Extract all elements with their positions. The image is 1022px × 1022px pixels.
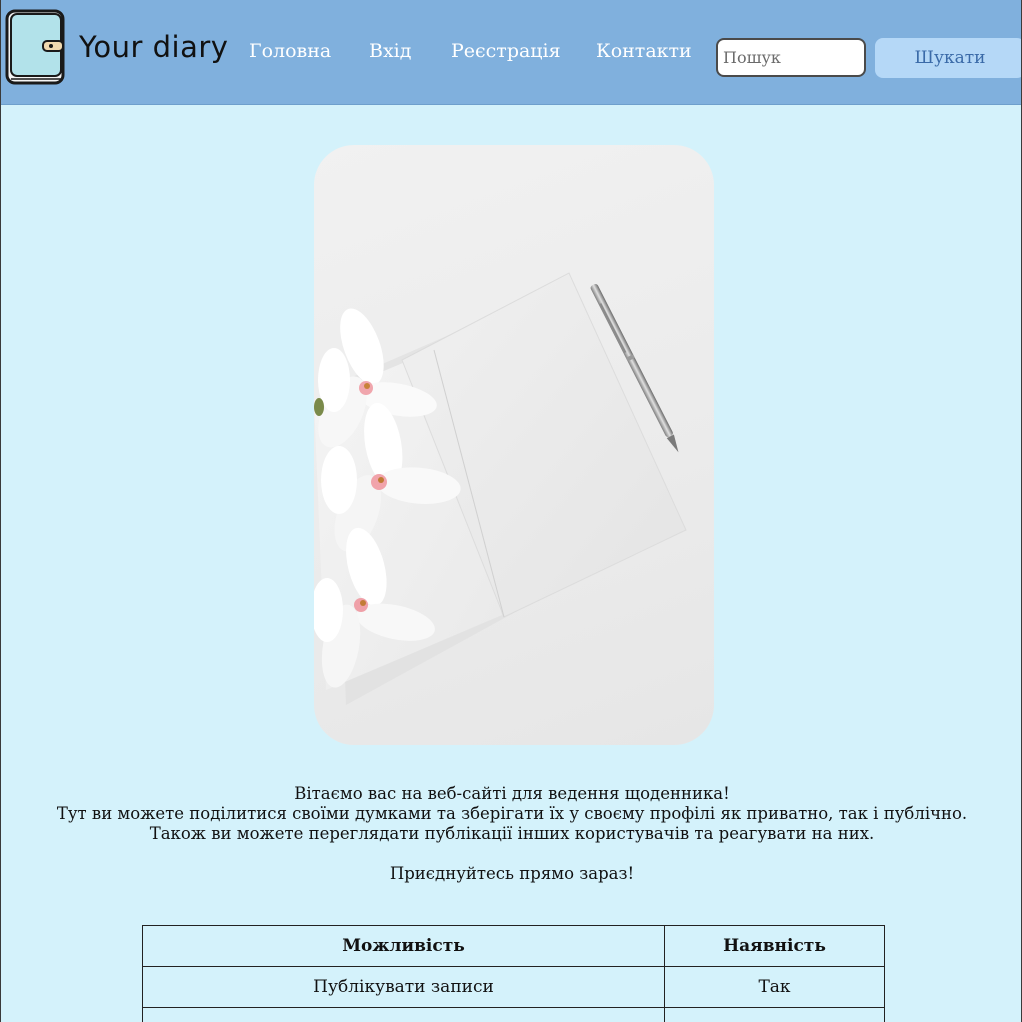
nav-link-contacts[interactable]: Контакти — [596, 40, 692, 62]
features-table: Можливість Наявність Публікувати записи … — [142, 925, 885, 1022]
intro-line-join: Приєднуйтесь прямо зараз! — [389, 864, 635, 883]
site-logo-text[interactable]: Your diary — [79, 30, 228, 64]
table-header-availability: Наявність — [664, 925, 885, 967]
search-button[interactable]: Шукати — [875, 38, 1021, 78]
intro-line-welcome: Вітаємо вас на веб-сайті для ведення щод… — [294, 784, 730, 803]
site-header: Your diary Головна Вхід Реєстрація Конта… — [1, 0, 1021, 105]
search-input[interactable] — [716, 38, 866, 77]
table-cell-availability — [664, 1007, 885, 1022]
intro-line-browse: Також ви можете переглядати публікації і… — [149, 824, 875, 843]
nav-link-login[interactable]: Вхід — [369, 40, 411, 62]
intro-line-share: Тут ви можете поділитися своїми думками … — [56, 804, 968, 823]
page: Your diary Головна Вхід Реєстрація Конта… — [0, 0, 1022, 1022]
table-cell-feature — [142, 1007, 665, 1022]
table-row: Публікувати записи Так — [142, 966, 885, 1008]
table-header-row: Можливість Наявність — [142, 925, 885, 967]
nav-link-home[interactable]: Головна — [249, 40, 331, 62]
table-cell-feature: Публікувати записи — [142, 966, 665, 1008]
intro-text: Вітаємо вас на веб-сайті для ведення щод… — [1, 784, 1021, 884]
table-header-feature: Можливість — [142, 925, 665, 967]
notebook-pen-flowers-photo — [314, 272, 687, 705]
hero-image — [314, 145, 714, 745]
diary-logo-icon[interactable] — [5, 9, 65, 85]
table-cell-availability: Так — [664, 966, 885, 1008]
nav-link-register[interactable]: Реєстрація — [451, 40, 561, 62]
table-row — [142, 1007, 885, 1022]
